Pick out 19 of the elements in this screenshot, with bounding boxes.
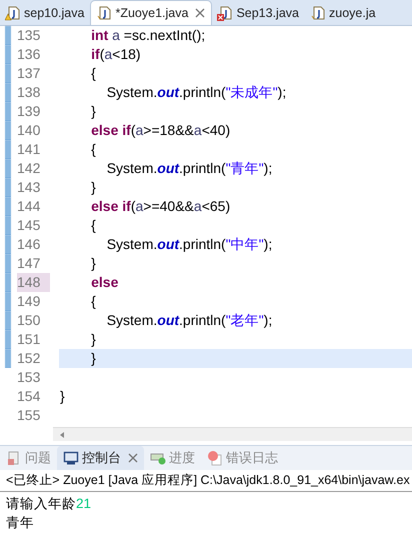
editor-tab[interactable]: Sep13.java: [212, 0, 305, 25]
editor-tab[interactable]: zuoye.ja: [305, 0, 376, 25]
console-icon: [63, 450, 79, 466]
close-icon[interactable]: [128, 453, 138, 463]
editor-tab[interactable]: sep10.java: [0, 0, 90, 25]
close-icon[interactable]: [195, 8, 206, 18]
editor-tab[interactable]: *Zuoye1.java: [90, 0, 212, 25]
java-file-icon: [310, 4, 326, 20]
console-output-line: 青年: [6, 514, 34, 532]
scroll-left-arrow-icon[interactable]: [58, 430, 66, 438]
horizontal-scrollbar[interactable]: [53, 427, 412, 441]
java-file-warning-icon: [5, 4, 21, 20]
line-number: 148: [17, 273, 50, 292]
error-log-icon: [207, 450, 223, 466]
java-file-icon: [96, 5, 112, 21]
console-output-line: 请输入年龄21: [6, 495, 92, 513]
panel-tab[interactable]: 控制台: [57, 446, 144, 470]
java-file-error-icon: [217, 4, 234, 20]
console-header: <已终止> Zuoye1 [Java 应用程序] C:\Java\jdk1.8.0_91_x64\bin\javaw.ex: [0, 470, 412, 492]
